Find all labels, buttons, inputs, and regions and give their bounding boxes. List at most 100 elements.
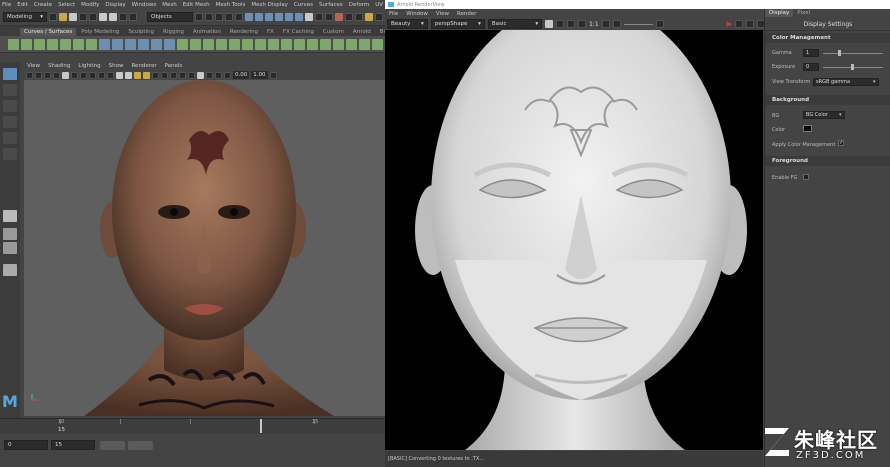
shelf-torus-icon[interactable] — [164, 38, 175, 50]
time-playhead[interactable] — [260, 419, 262, 433]
anti-aliasing-icon[interactable] — [179, 71, 186, 79]
resolution-gate-icon[interactable] — [80, 71, 87, 79]
shelf-loft-icon[interactable] — [190, 38, 201, 50]
apply-color-management-checkbox[interactable]: ✓ — [838, 140, 844, 146]
bg-color-swatch[interactable] — [803, 125, 812, 132]
ipr-icon[interactable] — [325, 13, 333, 21]
rv-menu-window[interactable]: Window — [406, 11, 428, 17]
shelf-planar-icon[interactable] — [203, 38, 214, 50]
region-icon[interactable] — [655, 20, 664, 28]
shelf-tab-custom[interactable]: Custom — [318, 28, 348, 36]
isolate-select-icon[interactable] — [197, 71, 204, 79]
shelf-tab-arnold[interactable]: Arnold — [348, 28, 375, 36]
menu-uv[interactable]: UV — [375, 2, 383, 8]
save-scene-icon[interactable] — [69, 13, 77, 21]
menu-set-dropdown[interactable]: Modeling ▾ — [3, 12, 47, 22]
shelf-birail-icon[interactable] — [255, 38, 266, 50]
grid-icon[interactable] — [62, 71, 69, 79]
foreground-section[interactable]: Foreground — [765, 156, 890, 166]
aov-dropdown[interactable]: Beauty ▾ — [387, 19, 428, 29]
render-mode-dropdown[interactable]: Basic ▾ — [487, 19, 543, 29]
shelf-tab-rendering[interactable]: Rendering — [225, 28, 262, 36]
menu-modify[interactable]: Modify — [81, 2, 99, 8]
panel-menu-lighting[interactable]: Lighting — [78, 63, 100, 69]
film-gate-icon[interactable] — [71, 71, 78, 79]
range-slider-handle-2[interactable] — [128, 441, 153, 450]
shelf-project-icon[interactable] — [320, 38, 331, 50]
shelf-tab-animation[interactable]: Animation — [188, 28, 225, 36]
gate-mask-icon[interactable] — [89, 71, 96, 79]
menu-mesh-display[interactable]: Mesh Display — [251, 2, 288, 8]
tab-display[interactable]: Display — [765, 9, 794, 17]
color-management-section[interactable]: Color Management — [765, 33, 890, 43]
snap-icon[interactable] — [129, 13, 137, 21]
enable-fg-checkbox[interactable] — [803, 174, 809, 180]
settings-gear-icon[interactable] — [612, 20, 621, 28]
channel-alpha-icon[interactable] — [556, 20, 565, 28]
select-tool-icon[interactable] — [3, 68, 17, 80]
camera-far-field[interactable]: 1.00 — [251, 71, 268, 79]
panel-menu-view[interactable]: View — [27, 63, 40, 69]
shelf-curve-icon-2[interactable] — [21, 38, 32, 50]
redo-icon[interactable] — [89, 13, 97, 21]
snap-grid-icon[interactable] — [245, 13, 253, 21]
move-tool-icon[interactable] — [3, 116, 17, 128]
menu-surfaces[interactable]: Surfaces — [319, 2, 343, 8]
paint-select-tool-icon[interactable] — [3, 100, 17, 112]
menu-curves[interactable]: Curves — [294, 2, 313, 8]
safe-action-icon[interactable] — [107, 71, 114, 79]
color-space-icon[interactable] — [269, 71, 277, 79]
menu-deform[interactable]: Deform — [349, 2, 369, 8]
shelf-tab-curves-surfaces[interactable]: Curves / Surfaces — [20, 28, 77, 36]
shelf-curve-icon-3[interactable] — [34, 38, 45, 50]
panel-menu-renderer[interactable]: Renderer — [131, 63, 156, 69]
shelf-tab-fx[interactable]: FX — [262, 28, 278, 36]
camera-near-field[interactable]: 0.00 — [233, 71, 250, 79]
backface-icon[interactable] — [224, 71, 231, 79]
exposure-field[interactable]: 0 — [803, 63, 819, 71]
four-view-layout-icon[interactable] — [3, 228, 17, 240]
select-component-icon[interactable] — [119, 13, 127, 21]
shelf-cylinder-icon[interactable] — [125, 38, 136, 50]
textured-icon[interactable] — [134, 71, 141, 79]
snap-surface-icon[interactable] — [285, 13, 293, 21]
rotate-tool-icon[interactable] — [3, 132, 17, 144]
layout-panel-icon[interactable] — [3, 264, 17, 276]
arnold-render-icon[interactable] — [355, 13, 363, 21]
background-section[interactable]: Background — [765, 95, 890, 105]
select-hierarchy-icon[interactable] — [99, 13, 107, 21]
mask-icon-4[interactable] — [225, 13, 233, 21]
camera-attributes-icon[interactable] — [35, 71, 42, 79]
panel-menu-shading[interactable]: Shading — [48, 63, 70, 69]
menu-windows[interactable]: Windows — [132, 2, 157, 8]
persp-outliner-layout-icon[interactable] — [3, 242, 17, 254]
shelf-stitch-icon[interactable] — [346, 38, 357, 50]
shelf-trim-icon[interactable] — [281, 38, 292, 50]
menu-edit[interactable]: Edit — [17, 2, 28, 8]
folder-icon[interactable] — [49, 13, 57, 21]
rv-menu-view[interactable]: View — [436, 11, 449, 17]
perspective-viewport[interactable] — [24, 80, 385, 416]
mask-icon-5[interactable] — [235, 13, 243, 21]
shadows-icon[interactable] — [152, 71, 159, 79]
bookmark-icon[interactable] — [44, 71, 51, 79]
depth-of-field-icon[interactable] — [188, 71, 195, 79]
single-perspective-layout-icon[interactable] — [3, 210, 17, 222]
menu-display[interactable]: Display — [105, 2, 125, 8]
menu-mesh[interactable]: Mesh — [162, 2, 176, 8]
ambient-occlusion-icon[interactable] — [161, 71, 168, 79]
gamma-slider[interactable] — [823, 53, 883, 54]
hypershade-icon[interactable] — [345, 13, 353, 21]
history-icon[interactable] — [305, 13, 313, 21]
camera-icon[interactable] — [375, 13, 383, 21]
shelf-tab-fx-caching[interactable]: FX Caching — [278, 28, 318, 36]
render-settings-icon[interactable] — [335, 13, 343, 21]
light-icon[interactable] — [365, 13, 373, 21]
camera-select-icon[interactable] — [26, 71, 33, 79]
tab-pixel[interactable]: Pixel — [793, 9, 814, 17]
motion-blur-icon[interactable] — [170, 71, 177, 79]
view-transform-dropdown[interactable]: sRGB gamma — [813, 78, 879, 86]
shelf-bevel-icon[interactable] — [229, 38, 240, 50]
shelf-tab-sculpting[interactable]: Sculpting — [124, 28, 158, 36]
snap-point-icon[interactable] — [265, 13, 273, 21]
